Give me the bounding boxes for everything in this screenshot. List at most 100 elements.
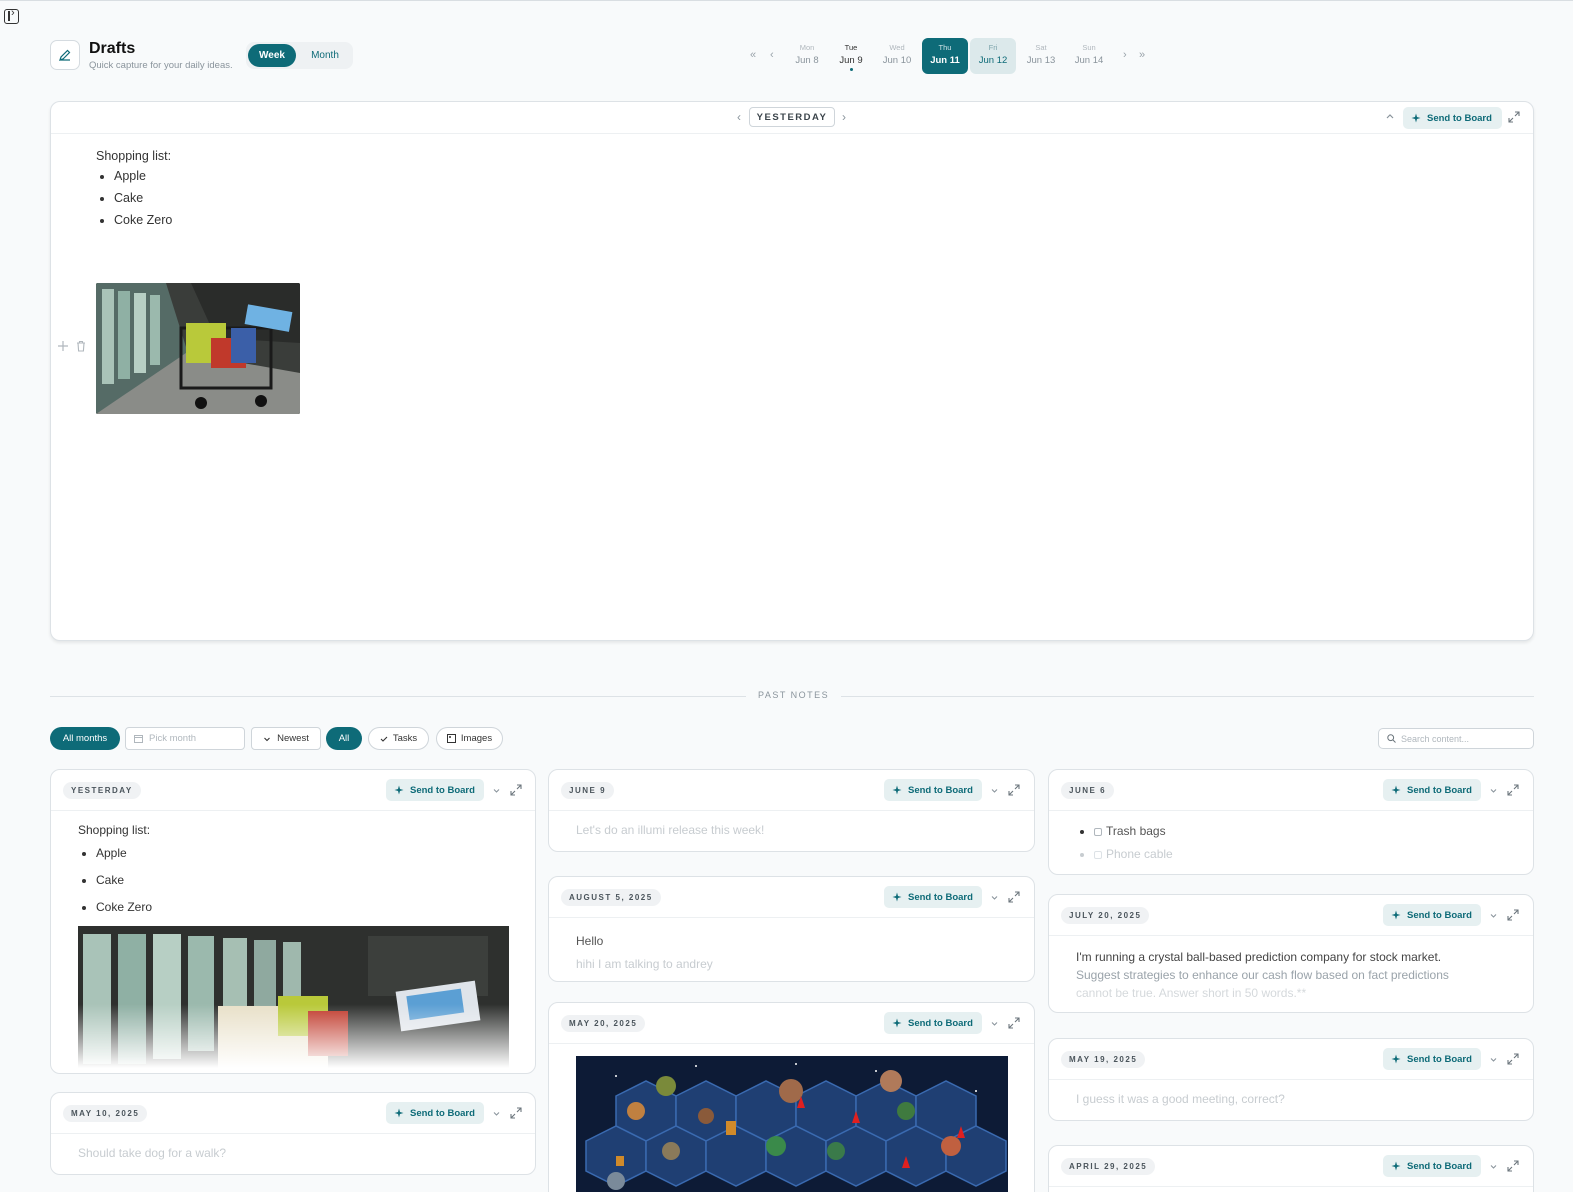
send-to-board-button[interactable]: Send to Board — [1383, 1155, 1481, 1177]
note-card[interactable]: AUGUST 5, 2025 Send to Board Hello hihi … — [548, 876, 1035, 982]
note-line: hihi I am talking to andrey — [576, 957, 713, 971]
shopping-list: Apple Cake Coke Zero — [78, 845, 152, 916]
day-thu[interactable]: Thu Jun 11 — [922, 38, 968, 74]
expand-icon[interactable] — [1008, 784, 1020, 796]
send-to-board-button[interactable]: Send to Board — [386, 779, 484, 801]
day-wed[interactable]: Wed Jun 10 — [874, 38, 920, 74]
day-mon[interactable]: Mon Jun 8 — [784, 38, 830, 74]
note-content: I'm running a crystal ball-based predict… — [1076, 948, 1449, 1002]
send-to-board-label: Send to Board — [1407, 784, 1472, 796]
note-header: MAY 10, 2025 Send to Board — [51, 1093, 535, 1134]
chevron-up-icon[interactable] — [1385, 111, 1395, 121]
send-to-board-button[interactable]: Send to Board — [884, 886, 982, 908]
list-item: Coke Zero — [96, 899, 152, 916]
checkbox[interactable] — [1094, 850, 1102, 859]
filter-images-label: Images — [460, 733, 493, 744]
send-to-board-button[interactable]: Send to Board — [884, 779, 982, 801]
chevron-down-icon[interactable] — [1489, 1055, 1498, 1064]
past-notes-label: PAST NOTES — [746, 690, 842, 700]
send-to-board-button[interactable]: Send to Board — [1383, 779, 1481, 801]
sidebar-toggle-icon[interactable] — [4, 7, 19, 24]
chevron-down-icon[interactable] — [990, 786, 999, 795]
note-content: Shopping list: Apple Cake Coke Zero — [78, 823, 152, 926]
note-date: MAY 20, 2025 — [561, 1015, 646, 1032]
chevron-down-icon[interactable] — [990, 1019, 999, 1028]
pick-month-input[interactable]: Pick month — [125, 727, 245, 750]
checkbox[interactable] — [1094, 827, 1102, 836]
search-icon — [1387, 734, 1396, 743]
note-content: Hello hihi I am talking to andrey — [576, 930, 713, 976]
send-to-board-button[interactable]: Send to Board — [1383, 904, 1481, 926]
sort-dropdown[interactable]: Newest — [251, 727, 321, 750]
chevron-down-icon[interactable] — [1489, 1162, 1498, 1171]
day-fri[interactable]: Fri Jun 12 — [970, 38, 1016, 74]
chevron-down-icon[interactable] — [1489, 911, 1498, 920]
send-to-board-button[interactable]: Send to Board — [386, 1102, 484, 1124]
day-dow: Mon — [799, 43, 815, 52]
next-week-icon[interactable]: » — [1139, 49, 1145, 61]
note-header: JUNE 6 Send to Board — [1049, 770, 1533, 811]
send-to-board-button[interactable]: Send to Board — [1403, 107, 1502, 129]
expand-icon[interactable] — [1508, 111, 1520, 123]
chevron-down-icon[interactable] — [492, 786, 501, 795]
previous-note-icon[interactable]: ‹ — [737, 110, 741, 124]
note-card[interactable]: JULY 20, 2025 Send to Board I'm running … — [1048, 894, 1534, 1013]
image-icon — [446, 734, 456, 743]
chevron-down-icon[interactable] — [492, 1109, 501, 1118]
note-card[interactable]: MAY 20, 2025 Send to Board — [548, 1002, 1035, 1192]
next-day-icon[interactable]: › — [1123, 49, 1127, 61]
sparkle-icon — [394, 785, 404, 795]
note-card[interactable]: JUNE 9 Send to Board Let's do an illumi … — [548, 769, 1035, 852]
sparkle-icon — [1391, 785, 1401, 795]
expand-icon[interactable] — [1507, 1053, 1519, 1065]
day-dow: Sun — [1082, 43, 1096, 52]
filter-tasks-label: Tasks — [392, 733, 418, 744]
expand-icon[interactable] — [1008, 891, 1020, 903]
expand-icon[interactable] — [1507, 1160, 1519, 1172]
day-sun[interactable]: Sun Jun 14 — [1066, 38, 1112, 74]
note-content: Should take dog for a walk? — [78, 1146, 227, 1160]
note-card[interactable]: MAY 10, 2025 Send to Board Should take d… — [50, 1092, 536, 1175]
day-tue[interactable]: Tue Jun 9 — [828, 38, 874, 74]
send-to-board-button[interactable]: Send to Board — [884, 1012, 982, 1034]
note-header: JUNE 9 Send to Board — [549, 770, 1034, 811]
filter-all[interactable]: All — [326, 727, 362, 750]
expand-icon[interactable] — [510, 1107, 522, 1119]
expand-icon[interactable] — [510, 784, 522, 796]
editor-content[interactable]: Shopping list: Apple Cake Coke Zero — [96, 149, 172, 234]
day-date: Jun 11 — [930, 55, 960, 66]
previous-day-icon[interactable]: ‹ — [770, 49, 774, 61]
month-view-button[interactable]: Month — [300, 44, 350, 67]
note-card[interactable]: MAY 19, 2025 Send to Board I guess it wa… — [1048, 1038, 1534, 1121]
note-content: I guess it was a good meeting, correct? — [1076, 1092, 1285, 1106]
expand-icon[interactable] — [1008, 1017, 1020, 1029]
previous-week-icon[interactable]: « — [750, 49, 756, 61]
send-to-board-label: Send to Board — [410, 784, 475, 796]
search-input[interactable]: Search content... — [1378, 728, 1534, 749]
block-controls — [57, 340, 87, 352]
week-view-button[interactable]: Week — [248, 44, 296, 67]
trash-icon[interactable] — [75, 340, 87, 352]
note-card[interactable]: YESTERDAY Send to Board Shopping list: A… — [50, 769, 536, 1074]
sparkle-icon — [394, 1108, 404, 1118]
day-date: Jun 12 — [978, 55, 1008, 66]
note-card[interactable]: APRIL 29, 2025 Send to Board — [1048, 1145, 1534, 1192]
day-sat[interactable]: Sat Jun 13 — [1018, 38, 1064, 74]
next-note-icon[interactable]: › — [842, 110, 846, 124]
sparkle-icon — [1391, 1161, 1401, 1171]
filter-images[interactable]: Images — [436, 727, 503, 750]
filter-tasks[interactable]: Tasks — [368, 727, 429, 750]
add-block-icon[interactable] — [57, 340, 69, 352]
note-content: Let's do an illumi release this week! — [576, 823, 765, 837]
chevron-down-icon[interactable] — [990, 893, 999, 902]
expand-icon[interactable] — [1507, 784, 1519, 796]
expand-icon[interactable] — [1507, 909, 1519, 921]
send-to-board-button[interactable]: Send to Board — [1383, 1048, 1481, 1070]
chevron-down-icon[interactable] — [1489, 786, 1498, 795]
day-date: Jun 13 — [1026, 55, 1056, 66]
all-months-filter[interactable]: All months — [50, 727, 120, 750]
has-note-indicator — [849, 68, 853, 71]
shopping-cart-image[interactable] — [96, 283, 300, 414]
note-card[interactable]: JUNE 6 Send to Board Trash bags Phone ca… — [1048, 769, 1534, 875]
sparkle-icon — [1411, 113, 1421, 123]
